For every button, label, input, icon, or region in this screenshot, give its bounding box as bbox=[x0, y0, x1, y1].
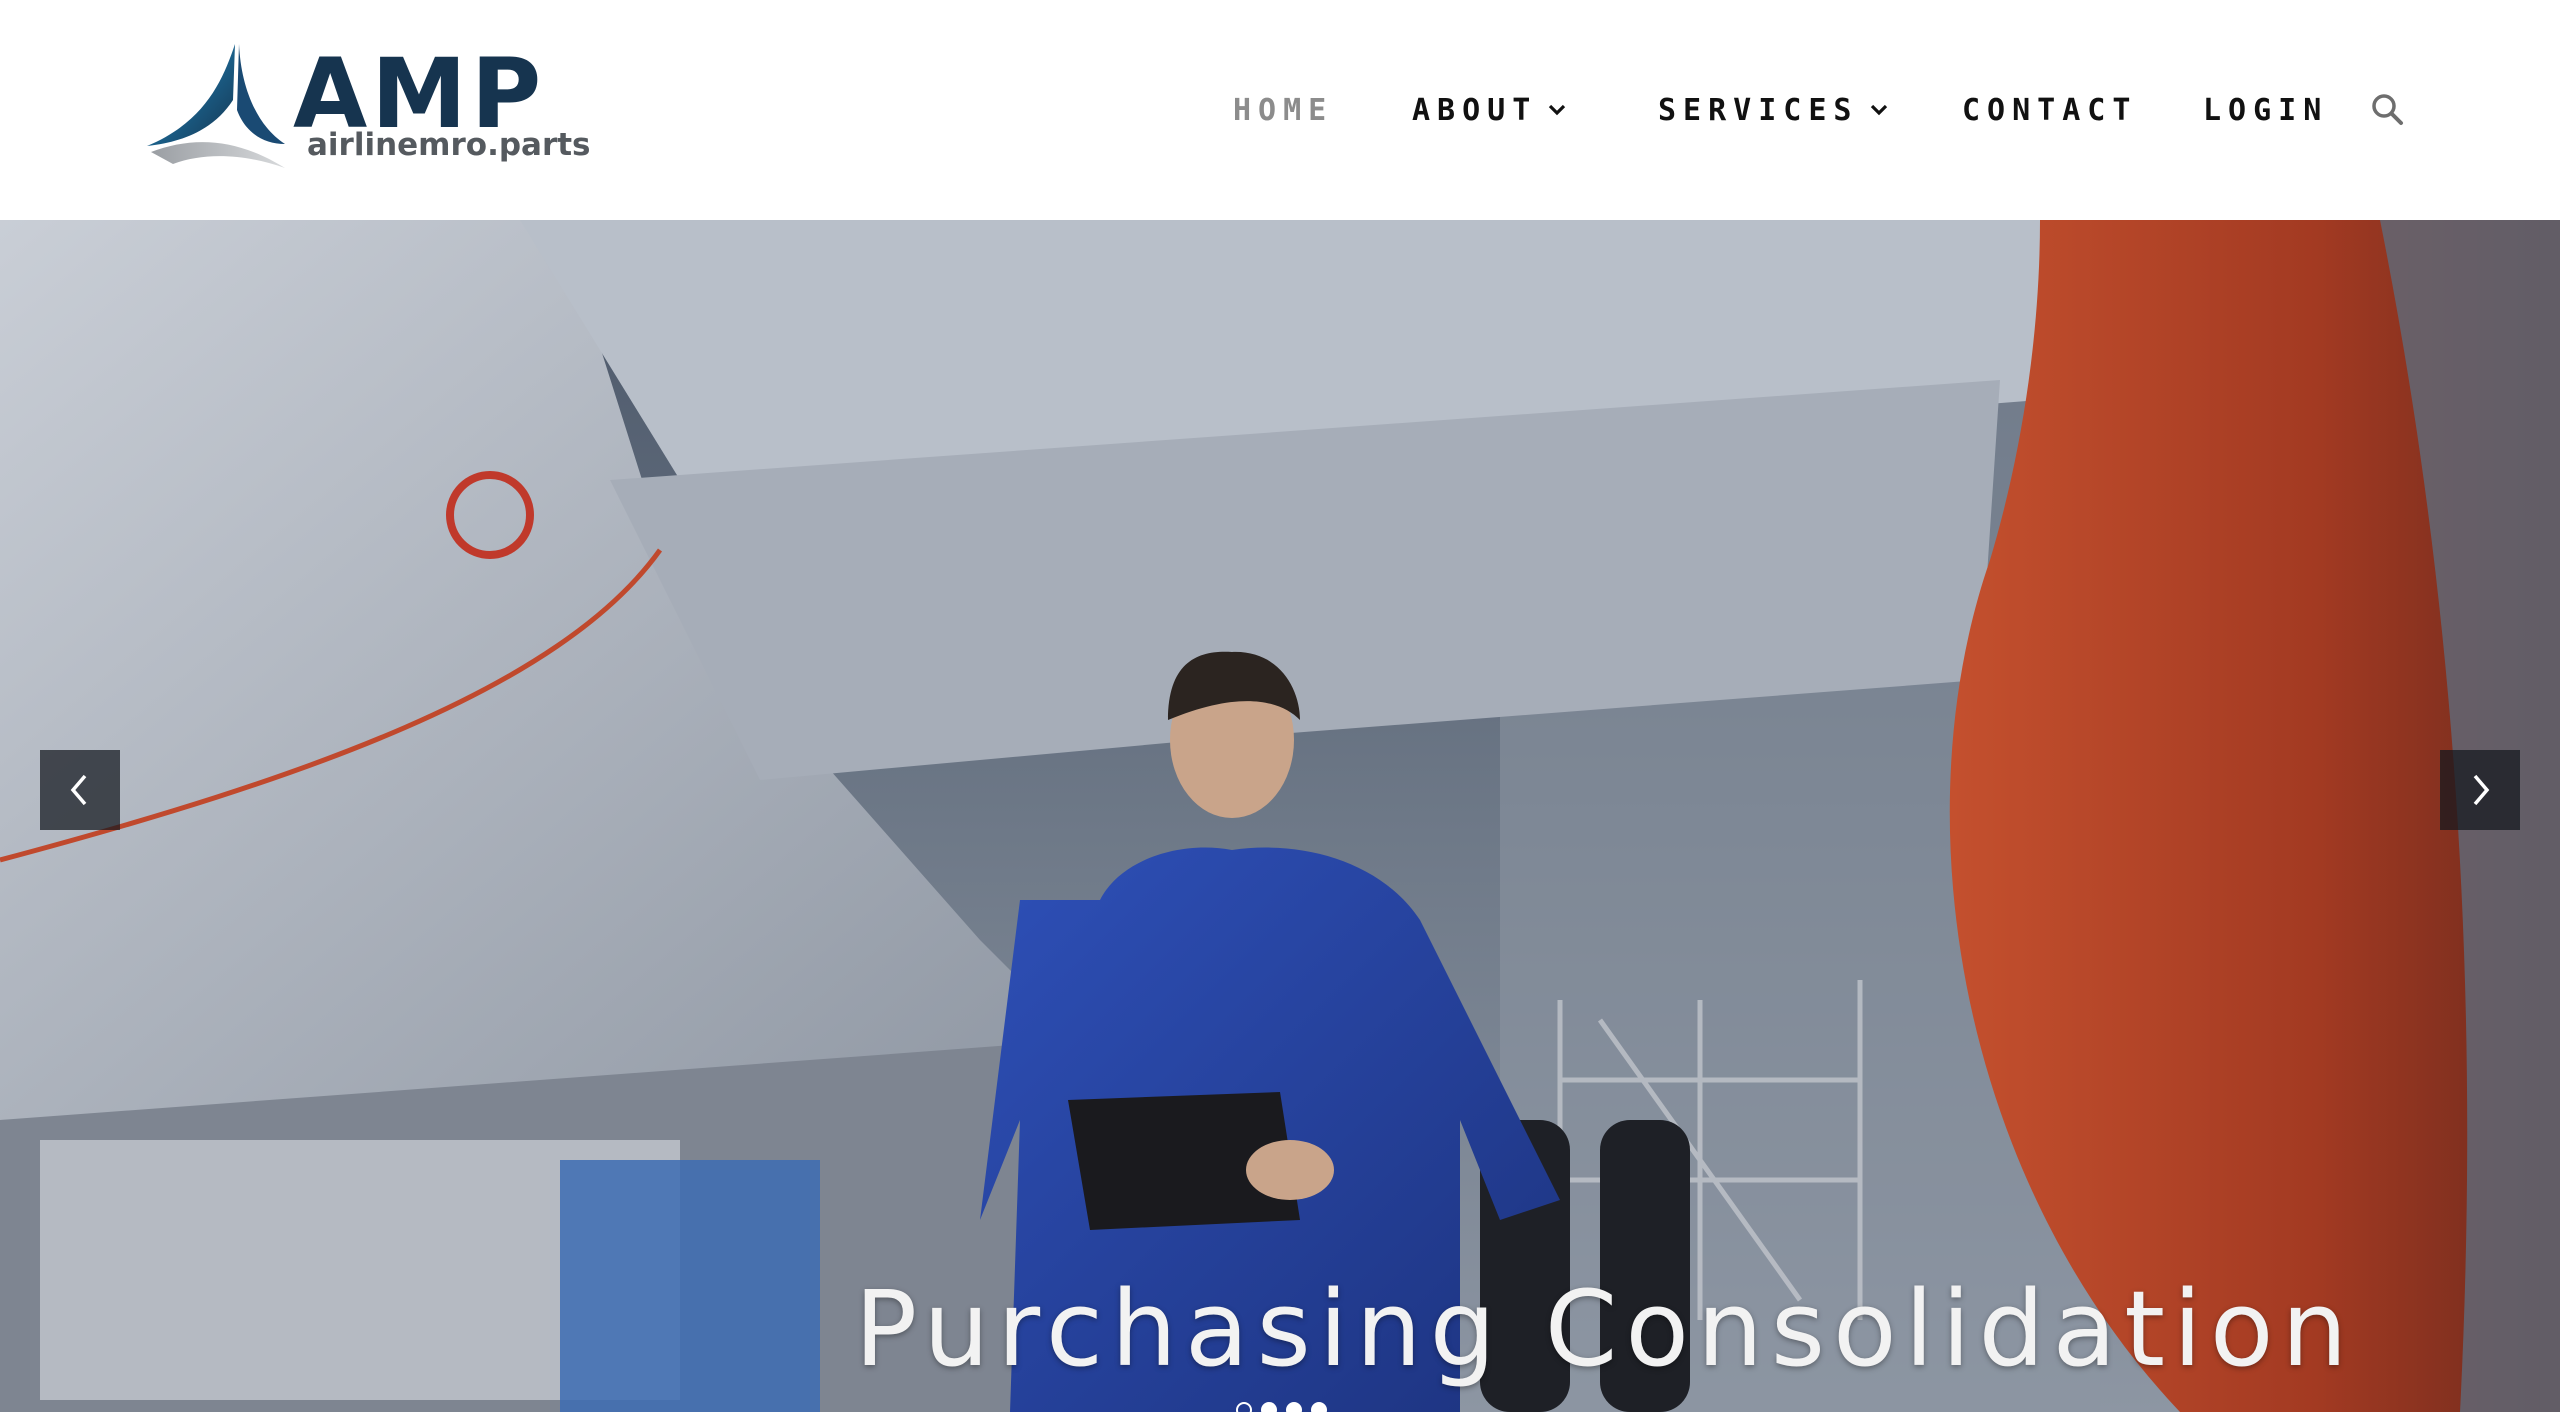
nav-home-label: HOME bbox=[1233, 92, 1334, 128]
slider-prev-button[interactable] bbox=[40, 750, 120, 830]
nav-services[interactable]: SERVICES bbox=[1658, 88, 1889, 132]
chevron-left-icon bbox=[70, 774, 87, 806]
hero-slider: Purchasing Consolidation bbox=[0, 220, 2560, 1412]
nav-login[interactable]: LOGIN bbox=[2203, 88, 2328, 132]
slider-pagination bbox=[1236, 1402, 1327, 1412]
nav-login-label: LOGIN bbox=[2203, 92, 2329, 128]
hero-image bbox=[0, 220, 2560, 1412]
slider-dot[interactable] bbox=[1261, 1402, 1277, 1412]
chevron-right-icon bbox=[2473, 774, 2490, 806]
nav-contact[interactable]: CONTACT bbox=[1962, 88, 2137, 132]
chevron-down-icon bbox=[1547, 103, 1567, 117]
nav-services-label: SERVICES bbox=[1658, 92, 1859, 128]
slider-dot[interactable] bbox=[1311, 1402, 1327, 1412]
search-icon[interactable] bbox=[2370, 92, 2404, 126]
site-header: AMP airlinemro.parts HOME ABOUT SERVICES… bbox=[0, 0, 2560, 220]
slider-next-button[interactable] bbox=[2440, 750, 2520, 830]
slide-caption: Purchasing Consolidation bbox=[854, 1268, 2356, 1390]
slider-dot[interactable] bbox=[1236, 1402, 1252, 1412]
chevron-down-icon bbox=[1869, 103, 1889, 117]
main-nav: HOME ABOUT SERVICES CONTACT LOGIN bbox=[0, 88, 2560, 132]
nav-home[interactable]: HOME bbox=[1233, 88, 1333, 132]
nav-contact-label: CONTACT bbox=[1962, 92, 2138, 128]
slider-dot[interactable] bbox=[1286, 1402, 1302, 1412]
nav-about[interactable]: ABOUT bbox=[1412, 88, 1567, 132]
brand-domain: airlinemro.parts bbox=[307, 127, 591, 163]
nav-about-label: ABOUT bbox=[1412, 92, 1538, 128]
